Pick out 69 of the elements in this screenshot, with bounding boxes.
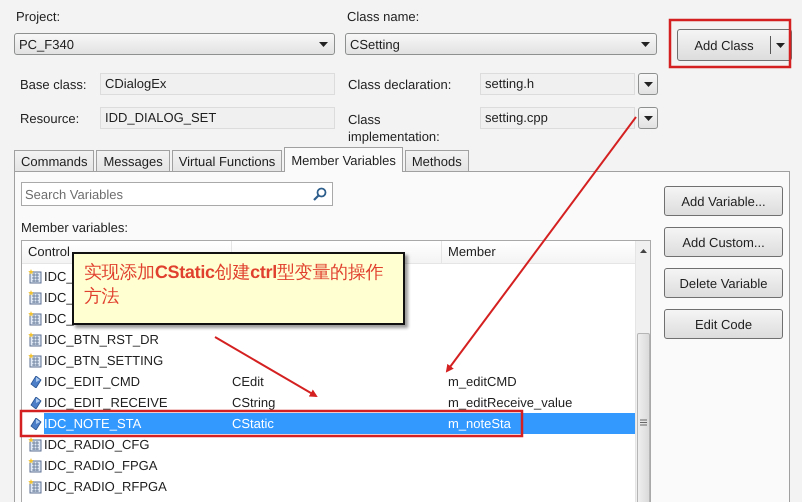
dropdown-caret-icon — [644, 82, 652, 86]
control-id-cell: IDC_BTN_RST_DR — [44, 332, 159, 347]
class-name-dropdown[interactable]: CSetting — [345, 33, 657, 55]
variable-row[interactable]: IDC_RADIO_CFG — [44, 434, 635, 455]
member-cell-text: m_noteSta — [447, 416, 511, 431]
tab[interactable]: Methods — [404, 150, 469, 171]
annotation-tooltip: 实现添加CStatic创建ctrl型变量的操作方法 — [72, 252, 405, 325]
variable-icon — [30, 418, 42, 430]
tab[interactable]: Member Variables — [284, 147, 403, 172]
resource-field: IDD_DIALOG_SET — [100, 107, 335, 129]
member-variables-label: Member variables: — [21, 220, 128, 235]
tab[interactable]: Commands — [14, 150, 94, 171]
control-id-cell: IDC_NOTE_STA — [44, 416, 142, 431]
scrollbar[interactable] — [635, 241, 650, 502]
declaration-dropdown-button[interactable] — [638, 73, 658, 95]
dropdown-caret-icon — [319, 42, 328, 46]
variable-row[interactable]: IDC_EDIT_CMD CEdit m_editCMD — [44, 371, 635, 392]
control-id-cell: IDC_RADIO_RFPGA — [44, 479, 167, 494]
resource-label: Resource: — [20, 110, 80, 126]
variable-row[interactable]: IDC_BTN_RST_DR — [44, 329, 635, 350]
type-cell: CStatic — [232, 416, 274, 431]
control-id-cell: IDC_EDIT_RECEIVE — [44, 395, 168, 410]
member-cell-text: m_editCMD — [447, 374, 517, 389]
project-dropdown[interactable]: PC_F340 — [14, 33, 335, 55]
class-name-label: Class name: — [346, 8, 420, 26]
dialog-control-icon — [28, 353, 42, 368]
dialog-control-icon — [28, 479, 42, 494]
action-button[interactable]: Edit Code — [664, 309, 783, 339]
dialog-control-icon — [28, 458, 42, 473]
variable-row[interactable]: IDC_RADIO_RFPGA — [44, 476, 635, 497]
dropdown-caret-icon — [641, 42, 650, 46]
dialog-control-icon — [28, 332, 42, 347]
control-id-cell: IDC_BTN_SETTING — [44, 353, 164, 368]
tab[interactable]: Virtual Functions — [172, 150, 282, 171]
search-field[interactable]: Search Variables — [21, 182, 333, 206]
class-declaration-label: Class declaration: — [348, 76, 452, 92]
variable-row[interactable]: IDC_RADIO_FPGA — [44, 455, 635, 476]
variable-row[interactable]: IDC_EDIT_RECEIVE CString m_editReceive_value — [44, 392, 635, 413]
action-button[interactable]: Add Custom... — [664, 227, 783, 257]
search-icon — [313, 187, 327, 201]
action-button[interactable]: Delete Variable — [664, 268, 783, 298]
variable-icon — [30, 376, 42, 388]
type-cell: CString — [232, 395, 276, 410]
action-button[interactable]: Add Variable... — [664, 186, 783, 216]
control-id-cell: IDC_RADIO_CFG — [44, 437, 150, 452]
control-id-cell: IDC_RADIO_FPGA — [44, 458, 158, 473]
type-cell: CEdit — [232, 374, 264, 389]
variable-row[interactable]: IDC_BTN_SETTING — [44, 350, 635, 371]
base-class-field: CDialogEx — [100, 73, 335, 95]
implementation-dropdown-button[interactable] — [638, 107, 658, 129]
column-header[interactable]: Member — [442, 241, 635, 263]
dropdown-caret-icon — [644, 116, 652, 120]
class-declaration-field: setting.h — [480, 73, 635, 95]
dialog-control-icon — [28, 311, 42, 326]
control-id-cell: IDC_EDIT_CMD — [44, 374, 140, 389]
project-label: Project: — [15, 8, 62, 26]
variable-icon — [30, 396, 42, 408]
dialog-control-icon — [28, 437, 42, 452]
scroll-up-icon — [640, 249, 646, 253]
add-class-button[interactable]: Add Class — [677, 29, 792, 61]
grip-icon — [640, 418, 646, 426]
base-class-label: Base class: — [20, 76, 88, 92]
dialog-control-icon — [28, 269, 42, 284]
dropdown-caret-icon — [776, 42, 785, 48]
dialog-control-icon — [28, 290, 42, 305]
tab[interactable]: Messages — [96, 150, 170, 171]
class-implementation-label: Class implementation: — [348, 111, 441, 145]
member-cell-text: m_editReceive_value — [447, 395, 572, 410]
class-implementation-field: setting.cpp — [480, 107, 635, 129]
